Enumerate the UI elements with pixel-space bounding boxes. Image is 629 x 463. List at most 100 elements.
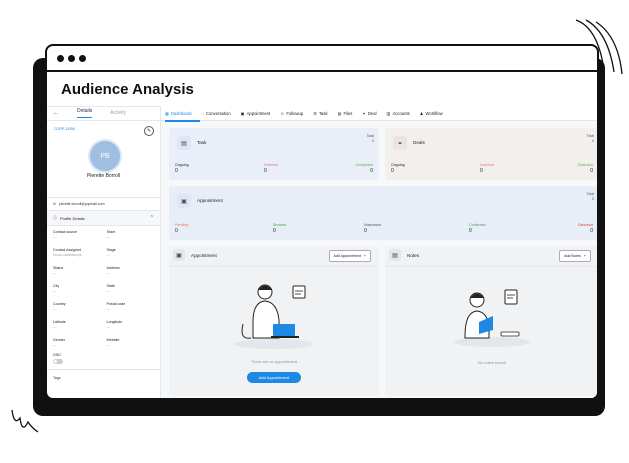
field-gender: Gender — <box>53 338 65 347</box>
window-titlebar <box>47 46 597 72</box>
calendar-icon: ▣ <box>240 110 245 116</box>
appointment-summary-card: ▣ Appointment Total 0 Pending 0 Showed 0 No… <box>169 186 597 240</box>
calendar-icon: ▣ <box>177 194 191 208</box>
window-dot-icon <box>57 54 64 62</box>
deals-ongoing: Ongoing 0 <box>391 163 405 174</box>
calendar-icon: ▣ <box>173 249 185 261</box>
field-longitude: Longitude — <box>106 320 123 329</box>
tab-accounts[interactable]: ▥ Accounts <box>387 111 410 116</box>
followup-icon: ☺ <box>280 110 285 116</box>
tab-dashboard[interactable]: ▦ Dashboard <box>165 111 191 116</box>
tab-files[interactable]: ▤ Files <box>338 111 353 116</box>
active-tab-indicator <box>165 120 200 122</box>
contact-sidebar: ← Details Activity CORP-12456 ✎ PB Piere… <box>47 106 161 398</box>
notes-panel: ▤ Notes Add Notes + No notes found! <box>385 246 597 396</box>
task-ongoing: Ongoing 0 <box>175 163 189 174</box>
field-status: Status — <box>53 266 64 275</box>
field-team: Team — <box>106 230 116 239</box>
tab-deal[interactable]: ⚭ Deal <box>362 111 376 116</box>
deals-total: Total 0 <box>586 134 594 143</box>
notes-empty-text: No notes found! <box>477 360 507 365</box>
appointment-panel-title: Appointment <box>191 253 217 258</box>
browser-window: Audience Analysis ← Details Activity COR… <box>45 44 599 400</box>
task-icon: ☰ <box>313 110 317 116</box>
contact-id: CORP-12456 <box>54 127 76 131</box>
tab-task[interactable]: ☰ Task <box>313 111 327 116</box>
notes-icon: ▤ <box>389 249 401 261</box>
workflow-icon: ♟ <box>419 110 424 116</box>
task-total: Total 0 <box>366 134 374 143</box>
appointment-panel-header: ▣ Appointment Add Appointment + <box>169 246 379 267</box>
appointment-noshowed: Noshowed 0 <box>364 223 381 234</box>
dashboard-icon: ▦ <box>165 110 169 116</box>
window-dot-icon <box>68 54 75 62</box>
window-dot-icon <box>79 54 86 62</box>
tab-followup[interactable]: ☺ Followup <box>280 111 303 116</box>
handshake-icon: ⚭ <box>393 136 407 150</box>
edit-pencil-icon[interactable]: ✎ <box>144 126 154 136</box>
task-title: Task <box>197 140 207 145</box>
tab-details[interactable]: Details <box>77 108 93 118</box>
dnd-label: DND <box>53 353 61 357</box>
chevron-up-icon[interactable]: ⌃ <box>150 215 154 221</box>
appointment-panel: ▣ Appointment Add Appointment + There ar… <box>169 246 379 396</box>
appointment-pending: Pending 0 <box>175 223 189 234</box>
deals-title: Deals <box>413 140 425 145</box>
deals-won: Deal won 0 <box>578 163 593 174</box>
field-contact-source: Contact source — <box>53 230 78 239</box>
appointment-canceled: Canceled 0 <box>577 223 593 234</box>
appointment-title: Appointment <box>197 198 223 203</box>
chat-icon: ◌ <box>201 110 204 116</box>
notes-panel-header: ▤ Notes Add Notes + <box>385 246 597 267</box>
tags-field: Tags <box>47 369 160 380</box>
field-state: State — <box>106 284 115 293</box>
deals-card: ⚭ Deals Total 0 Ongoing 0 Deal lost 0 Deal … <box>385 128 597 180</box>
mail-icon: ✉ <box>53 202 56 206</box>
add-appointment-primary-button[interactable]: Add Appointment <box>247 372 301 383</box>
tab-conversation[interactable]: ◌ Conversation <box>201 111 230 116</box>
back-arrow-icon[interactable]: ← <box>53 110 59 116</box>
building-icon: ▥ <box>386 110 391 116</box>
dnd-field: DND <box>47 353 160 364</box>
task-card: ▤ Task Total 0 Ongoing 0 Deferred 0 Complet… <box>169 128 379 180</box>
deals-lost: Deal lost 0 <box>480 163 494 174</box>
add-appointment-button[interactable]: Add Appointment + <box>328 250 371 262</box>
email-row: ✉ pierette.borroll@yopmail.com <box>47 198 160 211</box>
sidebar-tabs: ← Details Activity <box>47 106 160 121</box>
appointment-empty-text: There are no Appointment <box>250 359 298 364</box>
profile-details-title: Profile Details <box>60 215 85 221</box>
field-address: Address — <box>106 266 120 275</box>
field-country: Country — <box>53 302 66 311</box>
tab-workflow[interactable]: ♟ Workflow <box>420 111 443 116</box>
appointment-total: Total 0 <box>586 192 594 201</box>
profile-details-header[interactable]: ⓘ Profile Details ⌃ <box>47 211 160 226</box>
file-icon: ▤ <box>337 110 342 116</box>
avatar: PB <box>88 139 122 173</box>
task-completed: Completed 0 <box>355 163 373 174</box>
contact-email[interactable]: pierette.borroll@yopmail.com <box>59 202 105 206</box>
field-stage: Stage — <box>106 248 116 257</box>
tab-appointment[interactable]: ▣ Appointment <box>241 111 270 116</box>
page-title: Audience Analysis <box>47 72 597 107</box>
dnd-toggle[interactable] <box>53 359 63 364</box>
handshake-icon: ⚭ <box>362 110 366 116</box>
field-postal-code: Postal code — <box>106 302 126 311</box>
field-contact-assigned: Contact Assigned brook.cadadamps <box>53 248 82 257</box>
appointment-showed: Showed 0 <box>273 223 286 234</box>
field-city: City — <box>53 284 60 293</box>
main-content: ▦ Dashboard ◌ Conversation ▣ Appointment ☺ F… <box>161 106 597 398</box>
add-notes-button[interactable]: Add Notes + <box>559 250 591 262</box>
plus-icon: + <box>363 254 366 258</box>
task-deferred: Deferred 0 <box>264 163 278 174</box>
clipboard-icon: ▤ <box>177 136 191 150</box>
profile-fields: Contact source — Team — Contact Assigned br… <box>47 226 160 351</box>
tab-activity[interactable]: Activity <box>110 110 126 116</box>
profile-card: CORP-12456 ✎ PB Pierette Borroll <box>47 121 160 198</box>
nav-tabs: ▦ Dashboard ◌ Conversation ▣ Appointment ☺ F… <box>161 106 597 121</box>
appointment-confirmed: Confirmed 0 <box>469 223 486 234</box>
empty-appointment-illustration <box>234 284 314 349</box>
info-icon: ⓘ <box>53 215 57 220</box>
field-website: Website — <box>106 338 120 347</box>
notes-panel-title: Notes <box>407 253 420 258</box>
plus-icon: + <box>583 254 586 258</box>
